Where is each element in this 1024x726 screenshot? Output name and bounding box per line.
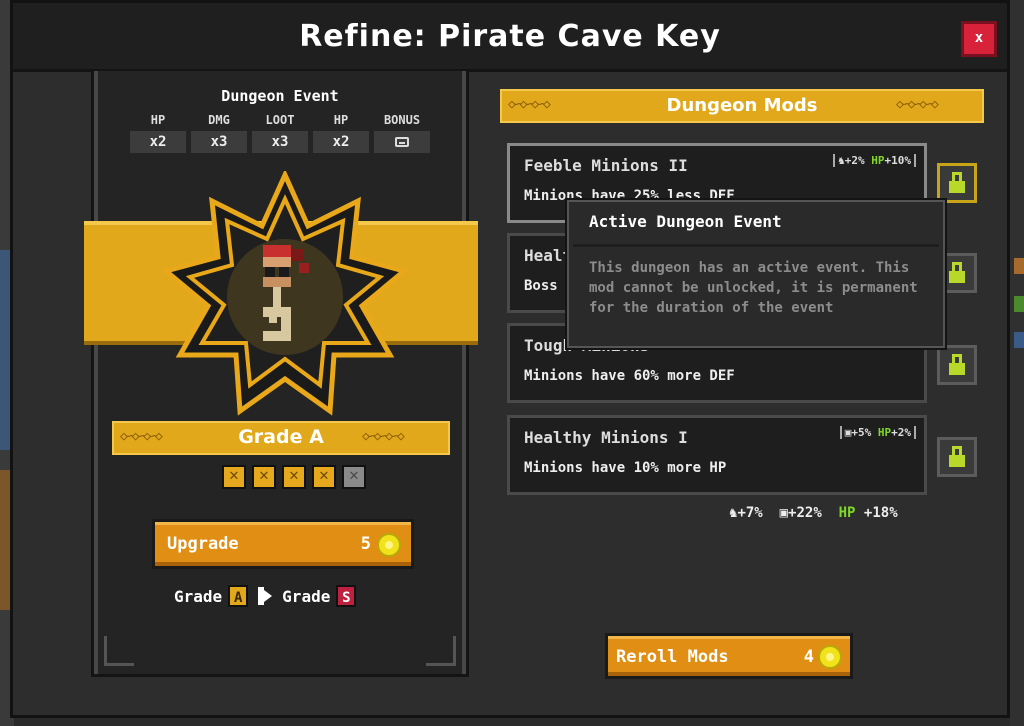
event-stat-dmg: DMG x3 (191, 113, 247, 153)
reroll-mods-button[interactable]: Reroll Mods 4 (605, 633, 853, 679)
reroll-label: Reroll Mods (616, 647, 729, 667)
coin-icon (818, 645, 842, 669)
corner-ornament-left (104, 636, 134, 666)
mod-bonus: ▣+5% HP+2% (839, 426, 916, 439)
item-panel: Dungeon Event HP x2 DMG x3 LOOT x3 HP x2… (84, 71, 478, 677)
mod-name: Feeble Minions II (524, 156, 688, 175)
tooltip-divider (573, 244, 939, 247)
refine-window: Refine: Pirate Cave Key x Dungeon Event … (10, 0, 1010, 718)
event-stat-hp-2: HP x2 (313, 113, 369, 153)
to-grade-text: Grade (282, 586, 331, 606)
from-grade-text: Grade (174, 586, 223, 606)
corner-ornament-right (426, 636, 456, 666)
coin-icon (377, 533, 401, 557)
event-stat-loot: LOOT x3 (252, 113, 308, 153)
from-grade-badge: A (228, 585, 249, 607)
speed-icon: ♞ (838, 154, 845, 167)
tooltip-title: Active Dungeon Event (589, 212, 782, 231)
close-button[interactable]: x (961, 21, 997, 57)
grade-star-4 (312, 465, 336, 489)
damage-icon: ▣ (779, 505, 789, 521)
window-title: Refine: Pirate Cave Key (299, 19, 721, 54)
event-stat-bonus: BONUS (374, 113, 430, 153)
upgrade-label: Upgrade (167, 534, 239, 554)
grade-progression: Grade A Grade S (174, 585, 357, 607)
mod-card-healthy-minions[interactable]: Healthy Minions I ▣+5% HP+2% Minions hav… (507, 415, 927, 495)
grade-banner: ◇∽◇∽◇∽◇ Grade A ◇∽◇∽◇∽◇ (112, 421, 450, 455)
mod-bonus: ♞+2% HP+10% (833, 154, 916, 167)
mod-totals: ♞+7% ▣+22% HP +18% (729, 505, 898, 521)
mod-name: Healthy Minions I (524, 428, 688, 447)
header-ornament-right: ◇∽◇∽◇∽◇ (896, 97, 939, 112)
lock-button-4[interactable] (937, 437, 977, 477)
grade-star-5 (342, 465, 366, 489)
tooltip-text: This dungeon has an active event. This m… (589, 260, 918, 316)
lock-button-3[interactable] (937, 345, 977, 385)
chest-icon (395, 137, 409, 147)
lock-button-1[interactable] (937, 163, 977, 203)
dungeon-mods-header: ◇∽◇∽◇∽◇ Dungeon Mods ◇∽◇∽◇∽◇ (500, 89, 984, 123)
mod-description: Minions have 60% more DEF (524, 368, 735, 384)
mod-description: Minions have 10% more HP (524, 460, 727, 476)
event-stats: HP x2 DMG x3 LOOT x3 HP x2 BONUS (130, 113, 430, 153)
upgrade-button[interactable]: Upgrade 5 (152, 519, 414, 569)
to-grade-badge: S (336, 585, 357, 607)
grade-stars (222, 465, 366, 489)
background-edge-right (1010, 0, 1024, 726)
banner-ornament-right: ◇∽◇∽◇∽◇ (362, 429, 405, 444)
grade-star-1 (222, 465, 246, 489)
title-bar: Refine: Pirate Cave Key x (13, 3, 1007, 72)
upgrade-cost: 5 (360, 534, 371, 554)
dungeon-event-title: Dungeon Event (221, 87, 339, 105)
active-event-tooltip: Active Dungeon Event This dungeon has an… (565, 198, 947, 350)
key-badge (162, 171, 408, 416)
arrow-right-icon (258, 587, 273, 605)
grade-star-3 (282, 465, 306, 489)
event-stat-hp: HP x2 (130, 113, 186, 153)
reroll-cost: 4 (803, 647, 814, 667)
grade-star-2 (252, 465, 276, 489)
